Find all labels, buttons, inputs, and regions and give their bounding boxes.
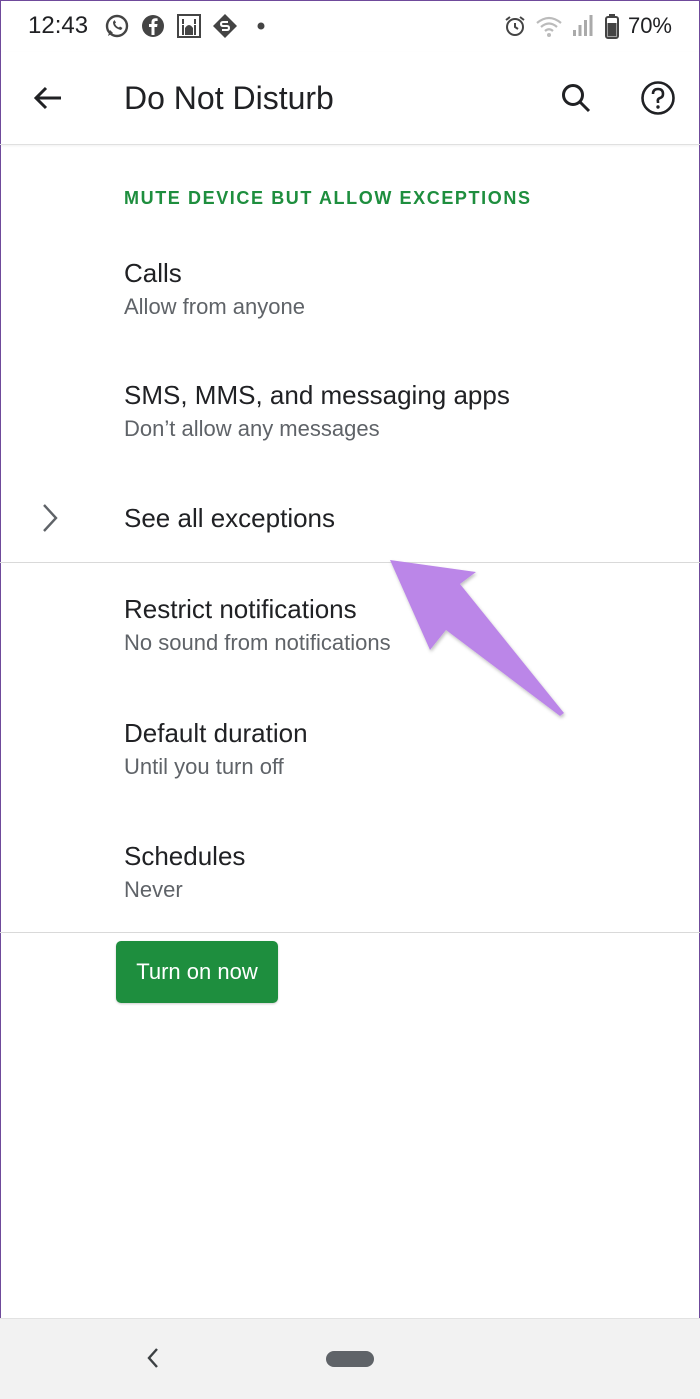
divider bbox=[0, 932, 700, 933]
help-button[interactable] bbox=[638, 78, 678, 118]
pref-schedules[interactable]: Schedules Never bbox=[0, 834, 700, 918]
status-time: 12:43 bbox=[28, 12, 89, 39]
annotation-arrow-icon bbox=[390, 560, 564, 716]
wifi-icon bbox=[536, 13, 562, 39]
arrow-left-icon bbox=[33, 86, 61, 110]
search-button[interactable] bbox=[556, 78, 596, 118]
pref-title: Restrict notifications bbox=[124, 594, 357, 624]
pref-title: Default duration bbox=[124, 718, 308, 748]
alarm-icon bbox=[502, 13, 528, 39]
nav-back-button[interactable] bbox=[140, 1343, 166, 1373]
pref-summary: Never bbox=[124, 877, 183, 902]
mosque-icon bbox=[176, 13, 202, 39]
pref-title: SMS, MMS, and messaging apps bbox=[124, 380, 510, 410]
page-title: Do Not Disturb bbox=[124, 80, 334, 116]
s-app-icon bbox=[212, 13, 238, 39]
chevron-right-icon bbox=[36, 500, 64, 536]
section-header: MUTE DEVICE BUT ALLOW EXCEPTIONS bbox=[124, 188, 532, 208]
battery-percentage: 70% bbox=[627, 13, 672, 38]
nav-home-pill[interactable] bbox=[326, 1351, 374, 1367]
chevron-left-icon bbox=[147, 1348, 158, 1368]
pref-summary: Until you turn off bbox=[124, 754, 284, 779]
help-icon bbox=[641, 81, 675, 115]
facebook-icon bbox=[140, 13, 166, 39]
signal-icon bbox=[570, 13, 596, 39]
whatsapp-icon bbox=[104, 13, 130, 39]
pref-see-all-exceptions[interactable]: See all exceptions bbox=[0, 490, 700, 560]
pref-sms-messaging[interactable]: SMS, MMS, and messaging apps Don’t allow… bbox=[0, 370, 700, 454]
pref-title: Calls bbox=[124, 258, 182, 288]
notification-icons bbox=[104, 12, 274, 40]
pref-default-duration[interactable]: Default duration Until you turn off bbox=[0, 710, 700, 794]
search-icon bbox=[562, 84, 591, 113]
navigation-bar bbox=[0, 1318, 700, 1399]
screen-frame bbox=[0, 0, 700, 1399]
app-bar: Do Not Disturb bbox=[0, 52, 700, 145]
turn-on-now-button[interactable]: Turn on now bbox=[116, 941, 278, 1003]
pref-calls[interactable]: Calls Allow from anyone bbox=[0, 246, 700, 330]
pref-title: See all exceptions bbox=[124, 503, 336, 533]
back-button[interactable] bbox=[28, 78, 68, 118]
pref-summary: No sound from notifications bbox=[124, 630, 391, 655]
battery-icon bbox=[604, 13, 620, 39]
pref-title: Schedules bbox=[124, 841, 246, 871]
divider bbox=[0, 562, 700, 563]
pref-summary: Don’t allow any messages bbox=[124, 416, 380, 441]
status-bar: 12:43 70% bbox=[0, 0, 700, 52]
pref-summary: Allow from anyone bbox=[124, 294, 305, 319]
system-icons: 70% bbox=[502, 12, 672, 40]
pref-restrict-notifications[interactable]: Restrict notifications No sound from not… bbox=[0, 586, 700, 670]
dot-icon bbox=[248, 13, 274, 39]
